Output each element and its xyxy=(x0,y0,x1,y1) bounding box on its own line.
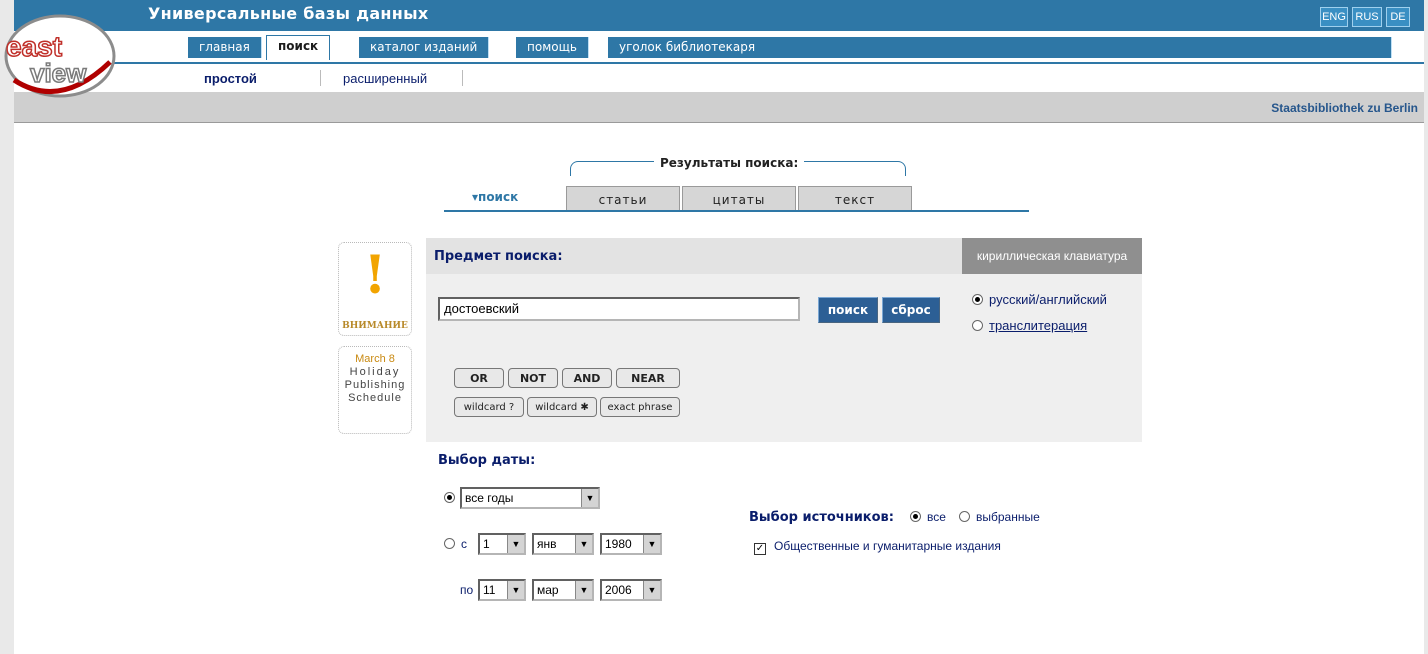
to-year-value: 2006 xyxy=(605,583,632,597)
library-name: Staatsbibliothek zu Berlin xyxy=(1271,101,1418,115)
from-year-value: 1980 xyxy=(605,537,632,551)
results-search-tab[interactable]: ▾поиск xyxy=(472,190,518,204)
to-month-select[interactable]: мар ▼ xyxy=(532,579,594,601)
from-year-select[interactable]: 1980 ▼ xyxy=(600,533,662,555)
op-near-button[interactable]: NEAR xyxy=(616,368,680,388)
chevron-down-icon: ▼ xyxy=(507,535,524,553)
search-input[interactable]: достоевский xyxy=(438,297,800,321)
library-bar: Staatsbibliothek zu Berlin xyxy=(14,92,1424,123)
tab-catalog[interactable]: каталог изданий xyxy=(359,37,490,58)
mode-translit-label: транслитерация xyxy=(989,318,1088,333)
holiday-text: March 8 Holiday Publishing Schedule xyxy=(339,347,411,405)
east-view-logo[interactable]: east view xyxy=(0,10,120,102)
to-day-select[interactable]: 11 ▼ xyxy=(478,579,526,601)
search-panel: Предмет поиска: кириллическая клавиатура… xyxy=(426,238,1142,442)
results-label: Результаты поиска: xyxy=(654,156,805,170)
results-divider xyxy=(444,210,1029,212)
radio-rus-eng[interactable] xyxy=(972,294,983,305)
tab-citations[interactable]: цитаты xyxy=(682,186,796,210)
wildcard-star-button[interactable]: wildcard ✱ xyxy=(527,397,597,417)
lang-de-button[interactable]: DE xyxy=(1386,7,1410,27)
radio-sources-selected[interactable] xyxy=(959,511,970,522)
from-day-value: 1 xyxy=(483,537,490,551)
date-range-row[interactable]: с xyxy=(444,537,467,551)
sources-all-label: все xyxy=(927,510,946,524)
search-button[interactable]: поиск xyxy=(818,297,878,323)
chevron-down-icon: ▼ xyxy=(643,535,660,553)
all-years-value: все годы xyxy=(465,491,514,505)
tab-search[interactable]: поиск xyxy=(266,35,331,60)
sources-all-option[interactable]: все xyxy=(910,510,946,524)
logo-text-view: view xyxy=(30,58,87,88)
chevron-down-icon: ▼ xyxy=(643,581,660,599)
holiday-line-2: Holiday xyxy=(349,366,401,378)
from-label: с xyxy=(461,537,467,551)
lang-eng-button[interactable]: ENG xyxy=(1320,7,1348,27)
main-nav: главная поиск каталог изданий помощь уго… xyxy=(14,31,1424,62)
subject-label: Предмет поиска: xyxy=(434,249,563,264)
from-month-value: янв xyxy=(537,537,557,551)
mode-option-rus-eng[interactable]: русский/английский xyxy=(972,292,1107,307)
chevron-down-icon: ▼ xyxy=(575,581,592,599)
radio-sources-all[interactable] xyxy=(910,511,921,522)
to-year-select[interactable]: 2006 ▼ xyxy=(600,579,662,601)
warning-text: ВНИМАНИЕ xyxy=(342,321,408,331)
tab-articles[interactable]: статьи xyxy=(566,186,680,210)
tab-librarian-label: уголок библиотекаря xyxy=(619,40,756,54)
holiday-line-4: Schedule xyxy=(348,392,402,404)
subnav-advanced[interactable]: расширенный xyxy=(343,71,427,86)
wildcard-question-button[interactable]: wildcard ? xyxy=(454,397,524,417)
from-day-select[interactable]: 1 ▼ xyxy=(478,533,526,555)
tab-librarian[interactable]: уголок библиотекаря xyxy=(608,37,1392,58)
holiday-line-1: March 8 xyxy=(355,353,395,365)
op-or-button[interactable]: OR xyxy=(454,368,504,388)
date-all-row[interactable] xyxy=(444,491,461,505)
to-label: по xyxy=(460,583,474,597)
humanities-checkbox[interactable]: ✓ xyxy=(754,543,766,555)
sources-title: Выбор источников: xyxy=(749,510,894,525)
from-month-select[interactable]: янв ▼ xyxy=(532,533,594,555)
tab-home[interactable]: главная xyxy=(188,37,262,58)
cyrillic-keyboard-link[interactable]: кириллическая клавиатура xyxy=(962,238,1142,274)
warning-notice[interactable]: ! ВНИМАНИЕ xyxy=(338,242,412,336)
humanities-label: Общественные и гуманитарные издания xyxy=(774,539,1001,553)
radio-date-range[interactable] xyxy=(444,538,455,549)
lang-rus-button[interactable]: RUS xyxy=(1352,7,1382,27)
to-month-value: мар xyxy=(537,583,559,597)
humanities-option[interactable]: ✓ Общественные и гуманитарные издания xyxy=(754,539,1001,555)
tab-text[interactable]: текст xyxy=(798,186,912,210)
app-title: Универсальные базы данных xyxy=(148,4,429,23)
tab-help[interactable]: помощь xyxy=(516,37,589,58)
exact-phrase-button[interactable]: exact phrase xyxy=(600,397,680,417)
reset-button[interactable]: сброс xyxy=(882,297,940,323)
sources-selected-label: выбранные xyxy=(976,510,1040,524)
subnav-simple[interactable]: простой xyxy=(204,71,257,86)
radio-all-years[interactable] xyxy=(444,492,455,503)
chevron-down-icon: ▼ xyxy=(581,489,598,507)
mode-option-translit[interactable]: транслитерация xyxy=(972,318,1087,333)
all-years-select[interactable]: все годы ▼ xyxy=(460,487,600,509)
to-day-value: 11 xyxy=(483,583,496,597)
chevron-down-icon: ▼ xyxy=(507,581,524,599)
op-not-button[interactable]: NOT xyxy=(508,368,558,388)
radio-translit[interactable] xyxy=(972,320,983,331)
subject-header: Предмет поиска: xyxy=(426,238,962,274)
op-and-button[interactable]: AND xyxy=(562,368,612,388)
holiday-notice[interactable]: March 8 Holiday Publishing Schedule xyxy=(338,346,412,434)
holiday-line-3: Publishing xyxy=(344,379,406,391)
chevron-down-icon: ▼ xyxy=(575,535,592,553)
sub-nav: простой расширенный xyxy=(14,62,1424,92)
warning-icon: ! xyxy=(363,245,387,306)
mode-rus-eng-label: русский/английский xyxy=(989,292,1107,307)
date-title: Выбор даты: xyxy=(438,453,536,468)
sources-selected-option[interactable]: выбранные xyxy=(959,510,1040,524)
header-bar: Универсальные базы данных ENG RUS DE xyxy=(14,0,1424,31)
page: Универсальные базы данных ENG RUS DE гла… xyxy=(4,0,1424,654)
